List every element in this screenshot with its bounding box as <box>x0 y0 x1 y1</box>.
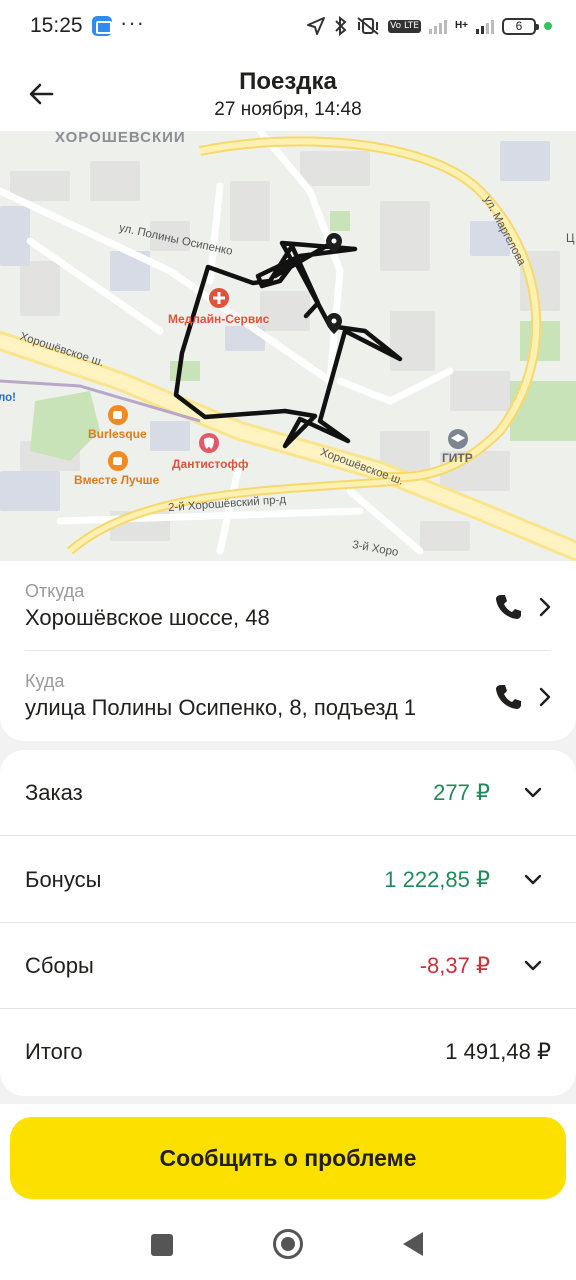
phone-icon[interactable] <box>492 681 524 713</box>
poi-university-icon <box>448 429 468 449</box>
phone-icon[interactable] <box>492 591 524 623</box>
chevron-right-icon[interactable] <box>536 685 554 709</box>
map-poi-gitr: ГИТР <box>442 451 473 465</box>
map-edge-label-right: Ц <box>566 233 575 245</box>
privacy-indicator-icon <box>544 22 552 30</box>
battery-icon: 6 <box>502 17 539 35</box>
signal-2-icon <box>476 18 494 34</box>
chevron-down-icon[interactable] <box>522 957 544 975</box>
to-address-row[interactable]: Куда улица Полины Осипенко, 8, подъезд 1 <box>0 651 576 741</box>
back-triangle-icon[interactable] <box>403 1232 423 1256</box>
report-problem-button[interactable]: Сообщить о проблеме <box>10 1117 566 1199</box>
to-caption: Куда <box>25 671 65 691</box>
fees-label: Сборы <box>25 953 94 978</box>
map-poi-burlesque: Burlesque <box>88 427 147 441</box>
to-address: улица Полины Осипенко, 8, подъезд 1 <box>25 695 417 720</box>
signal-icon <box>428 18 447 34</box>
chevron-right-icon[interactable] <box>536 595 554 619</box>
vibrate-mute-icon <box>357 17 379 35</box>
poi-medical-icon <box>209 288 229 308</box>
more-notifications-icon: ··· <box>120 10 145 35</box>
poi-cafe-icon <box>108 405 128 425</box>
chevron-down-icon[interactable] <box>522 784 544 802</box>
bonuses-label: Бонусы <box>25 867 102 892</box>
poi-dentist-icon <box>199 433 219 453</box>
total-label: Итого <box>25 1039 83 1064</box>
order-row[interactable]: Заказ 277 ₽ <box>0 750 576 836</box>
system-nav-bar <box>0 1216 576 1280</box>
location-arrow-icon <box>307 17 326 35</box>
map-poi-vmeste: Вместе Лучше <box>74 473 160 487</box>
bonuses-row[interactable]: Бонусы 1 222,85 ₽ <box>0 837 576 923</box>
total-amount: 1 491,48 ₽ <box>445 1039 551 1064</box>
chevron-down-icon[interactable] <box>522 871 544 889</box>
total-row: Итого 1 491,48 ₽ <box>0 1009 576 1095</box>
fees-row[interactable]: Сборы -8,37 ₽ <box>0 923 576 1009</box>
order-amount: 277 ₽ <box>433 780 490 805</box>
status-icons: Vo LTE H+ 6 <box>306 14 552 38</box>
map-poi-medline: Медлайн-Сервис <box>168 312 270 326</box>
home-circle-icon[interactable] <box>273 1229 303 1259</box>
start-point-pin-icon <box>326 313 342 334</box>
order-label: Заказ <box>25 780 83 805</box>
trip-map[interactable]: ХОРОШЁВСКИЙ ул. Полины Осипенко Хорошёвс… <box>0 131 576 561</box>
bonuses-amount: 1 222,85 ₽ <box>384 867 490 892</box>
bottom-action-area: Сообщить о проблеме <box>0 1104 576 1216</box>
fees-amount: -8,37 ₽ <box>419 953 490 978</box>
header: Поездка 27 ноября, 14:48 <box>0 54 576 131</box>
map-edge-label-left: ло! <box>0 392 17 404</box>
status-time: 15:25 <box>30 14 83 37</box>
map-district-label: ХОРОШЁВСКИЙ <box>55 131 186 146</box>
network-type-icon: H+ <box>454 20 468 31</box>
app-notification-icon <box>92 16 112 36</box>
page-title: Поездка <box>239 68 337 95</box>
divider <box>0 835 576 836</box>
volte-icon: Vo LTE <box>388 19 421 33</box>
from-address: Хорошёвское шоссе, 48 <box>25 605 270 630</box>
bluetooth-icon <box>335 16 347 36</box>
status-bar: 15:25 ··· Vo LTE H+ 6 <box>0 0 576 54</box>
map-poi-dantistoff: Дантистофф <box>172 457 249 471</box>
payments-card: Заказ 277 ₽ Бонусы 1 222,85 ₽ Сборы -8,3… <box>0 750 576 1096</box>
trip-date: 27 ноября, 14:48 <box>214 99 362 120</box>
addresses-card: Откуда Хорошёвское шоссе, 48 Куда улица … <box>0 561 576 741</box>
poi-cafe-2-icon <box>108 451 128 471</box>
from-address-row[interactable]: Откуда Хорошёвское шоссе, 48 <box>0 561 576 651</box>
recents-square-icon[interactable] <box>151 1234 173 1256</box>
from-caption: Откуда <box>25 581 85 601</box>
